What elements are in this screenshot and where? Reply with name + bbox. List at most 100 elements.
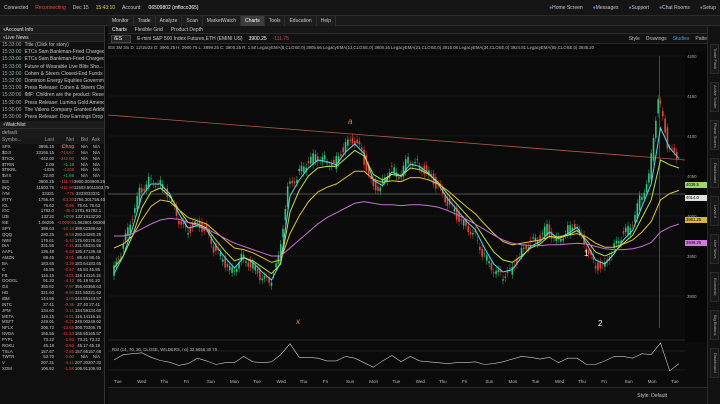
watchlist-table: Symbo... Last Net Chng Bid Ask SPX 3895.1… [0,137,109,372]
footer-bar: Style: Default [108,387,707,404]
candle [379,187,382,192]
menu-marketwatch[interactable]: MarketWatch [202,16,242,26]
tab-charts[interactable]: Charts [112,26,127,33]
watchlist-row[interactable]: XOM 106.92 -1.58 106.91 106.93 [0,366,104,372]
candle [300,165,303,172]
news-item[interactable]: 15:32:00 Cohen & Steers Closed-End Funds … [0,71,104,78]
symbol-cell: XOM [2,366,12,372]
home-screen-link[interactable]: Home Screen [549,5,583,11]
watchlist-header-row: Symbo... Last Net Chng Bid Ask [0,137,104,150]
news-item[interactable]: 15:33:00 ETCs Sam Bankman-Fried Charged .… [0,56,104,63]
news-item[interactable]: 15:31:00 Press Release: Cohen & Steers Cl… [0,85,104,92]
time-tick: Sun [624,379,633,384]
col-ask[interactable]: Ask [88,137,100,144]
watchlist-header[interactable]: Watchlist [0,121,104,130]
ema-line [114,201,680,257]
col-last[interactable]: Last [30,137,54,144]
candle [622,231,625,234]
symbol-input[interactable]: /ES [111,34,132,43]
gadget-tab[interactable]: Economic [710,272,719,302]
candle [228,265,231,271]
candle [270,282,273,286]
candle [655,120,657,138]
account-select[interactable]: 06509802 (mfloco365) [149,5,199,11]
news-time: 15:30:00 [2,99,22,106]
menu-analyze[interactable]: Analyze [155,16,183,26]
candle [134,207,136,213]
gadget-tab[interactable]: Dashboard [710,348,719,378]
candle [509,268,511,269]
news-headline: IMF: Children are the product: Rese... [24,92,104,99]
last-price: 3900.25 [248,35,267,42]
tab-product-depth[interactable]: Product Depth [171,26,203,33]
news-item[interactable]: 15:33:00 Title (Click for story) [0,42,104,49]
menu-trade[interactable]: Trade [133,16,156,26]
chat-rooms-link[interactable]: Chat Rooms [659,5,690,11]
candle [154,185,157,187]
watchlist-name[interactable]: default [2,129,17,137]
news-item[interactable]: 15:30:00 Press Release: Dow Earnings Drop… [0,114,104,121]
candle [256,269,259,274]
news-time: 15:32:00 [2,70,22,77]
candle [634,214,636,223]
candle [233,270,236,272]
news-item[interactable]: 15:32:00 Dominion Energy Equities Governm… [0,78,104,85]
time-tick: Sun [206,379,215,384]
drawings-button[interactable]: Drawings [646,36,667,42]
candle [624,227,627,233]
menu-scan[interactable]: Scan [182,16,203,26]
news-list: 15:33:00 Title (Click for story) 15:33:00 E… [0,42,104,121]
time-tick: Mon [508,379,518,384]
candle [196,222,199,224]
menu-education[interactable]: Education [285,16,317,26]
gadget-tab[interactable]: Level II [710,196,719,226]
messages-link[interactable]: Messages [593,5,619,11]
candle [481,249,483,257]
news-time: 15:33:00 [2,63,22,70]
price-tick: 4100 [687,134,697,139]
menu-help[interactable]: Help [316,16,337,26]
candle [140,187,143,193]
style-button[interactable]: Style [629,36,640,42]
news-item[interactable]: 15:30:00 IMF: Children are the product: R… [0,92,104,99]
gadget-tab[interactable]: Trade Flash [710,44,719,74]
gadget-tab[interactable]: Big Buttons [710,310,719,340]
support-link[interactable]: Support [629,5,650,11]
candle [469,231,472,235]
menu-charts[interactable]: Charts [241,16,265,26]
news-time: 15:30:00 [2,113,22,120]
col-symbol[interactable]: Symbo... [2,137,30,144]
candle [479,246,481,250]
candle [120,256,122,258]
live-news-header[interactable]: Live News [0,34,104,42]
setup-link[interactable]: Setup [700,5,716,11]
chart-toolbar: /ES E-mini S&P 500 Index Futures,ETH (EM… [108,34,720,44]
style-status: Style: Default [637,393,667,399]
candle [286,186,289,207]
candle [532,237,534,239]
col-net-chng[interactable]: Net Chng [54,137,74,150]
wave-label-a: a [348,117,353,126]
studies-button[interactable]: Studies [673,36,690,42]
time-tick: Thu [299,379,308,384]
news-item[interactable]: 15:33:00 Future of Wearable Live Blits Sh… [0,64,104,71]
gadget-tab[interactable]: Active Trader [710,82,719,112]
tab-flexible-grid[interactable]: Flexible Grid [135,26,163,33]
menu-monitor[interactable]: Monitor [108,16,134,26]
news-item[interactable]: 15:33:00 ETCs Sam Bankman-Fried Charged .… [0,49,104,56]
account-info-header[interactable]: Account Info [0,26,104,34]
time-tick: Fri [462,379,468,384]
gadget-tab[interactable]: Live News [710,234,719,264]
price-chart[interactable]: a x 1 2 [108,52,685,379]
news-item[interactable]: 15:30:00 The Valens Company Granted Addit… [0,107,104,114]
news-item[interactable]: 15:30:00Press Release: Lumina Gold Amend… [0,100,104,107]
gadget-tab[interactable]: Phase Scores [710,120,719,150]
news-time: 15:33:00 [2,49,22,56]
price-tick: 3900 [687,294,697,299]
news-headline: Title (Click for story) [24,42,69,48]
col-bid[interactable]: Bid [74,137,88,144]
candle [178,220,180,225]
gadget-tab[interactable]: Dashboard [710,158,719,188]
menu-tools[interactable]: Tools [264,16,286,26]
candle [520,248,523,256]
